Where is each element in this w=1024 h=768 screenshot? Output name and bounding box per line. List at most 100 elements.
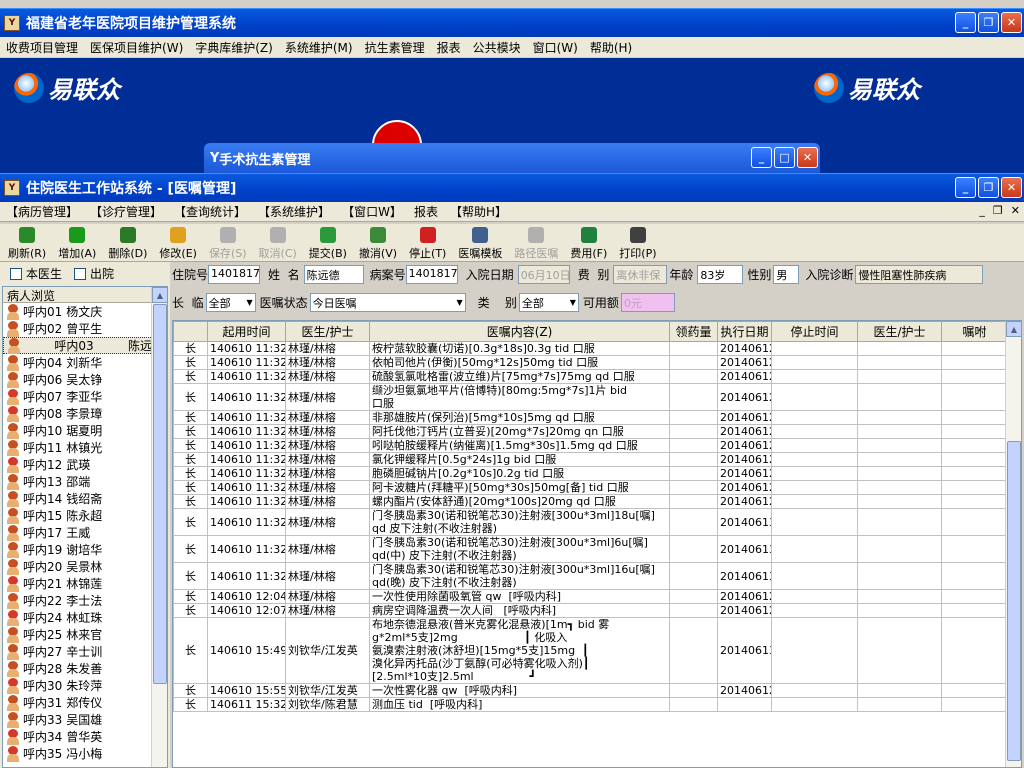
restore-button[interactable]: ❐	[978, 12, 999, 33]
menu-item-3[interactable]: 系统维护(M)	[279, 39, 359, 56]
patient-list-item[interactable]: 呼内27 辛士训	[3, 643, 167, 660]
menu-item-8[interactable]: 帮助(H)	[584, 39, 638, 56]
patient-list-item[interactable]: 呼内01 杨文庆	[3, 303, 167, 320]
patient-list-item[interactable]: 呼内34 曾华英	[3, 728, 167, 745]
column-header[interactable]: 医生/护士	[857, 321, 942, 342]
patient-list-item[interactable]: 呼内14 钱绍斋	[3, 490, 167, 507]
toolbar-button-add[interactable]: 增加(A)	[52, 225, 102, 261]
mdi-restore-button[interactable]: ❐	[993, 204, 1003, 217]
order-row[interactable]: 长 140610 11:32 林瑾/林榕 硫酸氢氯吡格雷(波立维)片[75mg*7s]…	[173, 369, 1008, 384]
inpatient-no-field[interactable]: 1401817	[208, 265, 261, 284]
order-row[interactable]: 长 140610 11:32 林瑾/林榕 吲哒帕胺缓释片(纳催离)[1.5mg*30s…	[173, 438, 1008, 453]
menu-item-2[interactable]: 字典库维护(Z)	[189, 39, 279, 56]
menu-item-5[interactable]: 报表	[431, 39, 467, 56]
scroll-up-icon[interactable]: ▲	[152, 287, 167, 303]
toolbar-button-fee[interactable]: 费用(F)	[564, 225, 613, 261]
patient-list-scrollbar[interactable]: ▲	[151, 287, 167, 767]
order-row[interactable]: 长 140610 11:32 林瑾/林榕 门冬胰岛素30(诺和锐笔芯30)注射液[30…	[173, 562, 1008, 590]
patient-list-item[interactable]: 呼内17 王威	[3, 524, 167, 541]
order-row[interactable]: 长 140610 15:49 刘钦华/江发英 布地奈德混悬液(普米克雾化混悬液)[1m…	[173, 617, 1008, 684]
mdi-close-button[interactable]: ✕	[1011, 204, 1020, 217]
toolbar-button-delete[interactable]: 删除(D)	[102, 225, 153, 261]
menu-item-7[interactable]: 窗口(W)	[527, 39, 584, 56]
column-header[interactable]: 嘱咐	[941, 321, 1008, 342]
mdi-minimize-button[interactable]: _	[979, 204, 985, 217]
menu-item-6[interactable]: 公共模块	[467, 39, 527, 56]
scroll-up-icon[interactable]: ▲	[1006, 321, 1021, 337]
patient-list-item[interactable]: 呼内19 谢培华	[3, 541, 167, 558]
name-field[interactable]: 陈远德	[303, 265, 364, 284]
order-row[interactable]: 长 140611 15:32 刘钦华/陈君慧 测血压 tid [呼吸内科]	[173, 697, 1008, 712]
toolbar-button-submit[interactable]: 提交(B)	[303, 225, 353, 261]
order-status-select[interactable]: 今日医嘱 ▼	[309, 293, 466, 312]
order-row[interactable]: 长 140610 11:32 林瑾/林榕 门冬胰岛素30(诺和锐笔芯30)注射液[30…	[173, 535, 1008, 563]
patient-list-item[interactable]: 呼内35 冯小梅	[3, 745, 167, 762]
close-button[interactable]: ✕	[797, 147, 818, 168]
ws-menu-item-4[interactable]: 【窗口W】	[336, 203, 408, 220]
scroll-thumb[interactable]	[1007, 441, 1021, 761]
close-button[interactable]: ✕	[1001, 12, 1022, 33]
patient-list-item[interactable]: 呼内24 林虹珠	[3, 609, 167, 626]
order-row[interactable]: 长 140610 11:32 林瑾/林榕 依帕司他片(伊衡)[50mg*12s]50m…	[173, 355, 1008, 370]
patient-list-item[interactable]: 呼内02 曾平生	[3, 320, 167, 337]
patient-list-item[interactable]: 呼内06 吴太铮	[3, 371, 167, 388]
ws-menu-item-2[interactable]: 【查询统计】	[168, 203, 252, 220]
menu-item-4[interactable]: 抗生素管理	[359, 39, 431, 56]
ws-menu-item-1[interactable]: 【诊疗管理】	[84, 203, 168, 220]
ws-menu-item-6[interactable]: 【帮助H】	[444, 203, 513, 220]
patient-list-item[interactable]: 呼内20 吴景林	[3, 558, 167, 575]
toolbar-button-undo[interactable]: 撤消(V)	[353, 225, 403, 261]
minimize-button[interactable]: _	[955, 177, 976, 198]
main-window-titlebar[interactable]: Y 福建省老年医院项目维护管理系统 _ ❐ ✕	[0, 8, 1024, 38]
orders-scrollbar[interactable]: ▲	[1005, 321, 1021, 767]
restore-button[interactable]: ❐	[978, 177, 999, 198]
column-header[interactable]: 执行日期	[717, 321, 772, 342]
patient-list-item[interactable]: 呼内33 吴国雄	[3, 711, 167, 728]
patient-list-item[interactable]: 呼内21 林锦莲	[3, 575, 167, 592]
toolbar-button-stop[interactable]: 停止(T)	[403, 225, 452, 261]
scroll-thumb[interactable]	[153, 304, 167, 684]
order-row[interactable]: 长 140610 11:32 林瑾/林榕 非那雄胺片(保列治)[5mg*10s]5mg…	[173, 410, 1008, 425]
patient-list-item[interactable]: 呼内30 朱玲萍	[3, 677, 167, 694]
patient-list-item[interactable]: 呼内15 陈永超	[3, 507, 167, 524]
patient-list-item[interactable]: 呼内10 琚夏明	[3, 422, 167, 439]
patient-list-item[interactable]: 呼内31 郑传仪	[3, 694, 167, 711]
menu-item-1[interactable]: 医保项目维护(W)	[84, 39, 189, 56]
patient-list-item[interactable]: 呼内03 陈远德	[3, 337, 167, 354]
order-row[interactable]: 长 140610 11:32 林瑾/林榕 阿托伐他汀钙片(立普妥)[20mg*7s]2…	[173, 424, 1008, 439]
patient-list-item[interactable]: 呼内11 林镇光	[3, 439, 167, 456]
patient-list-item[interactable]: 呼内28 朱发善	[3, 660, 167, 677]
age-field[interactable]: 83岁	[697, 265, 744, 284]
patient-list-item[interactable]: 呼内13 邵端	[3, 473, 167, 490]
minimize-button[interactable]: _	[955, 12, 976, 33]
toolbar-button-print[interactable]: 打印(P)	[613, 225, 662, 261]
column-header[interactable]: 起用时间	[207, 321, 286, 342]
order-row[interactable]: 长 140610 12:07 林瑾/林榕 病房空调降温费一次人间 [呼吸内科] 2014…	[173, 603, 1008, 618]
column-header[interactable]: 停止时间	[771, 321, 858, 342]
order-row[interactable]: 长 140610 11:32 林瑾/林榕 阿卡波糖片(拜糖平)[50mg*30s]50…	[173, 480, 1008, 495]
order-row[interactable]: 长 140610 12:04 林瑾/林榕 一次性使用除菌吸氧管 qw [呼吸内科] 20…	[173, 589, 1008, 604]
patient-list-item[interactable]: 呼内12 武瑛	[3, 456, 167, 473]
toolbar-button-template[interactable]: 医嘱模板	[452, 225, 508, 261]
doctor-only-checkbox[interactable]: 本医生	[10, 265, 62, 282]
patient-list[interactable]: 病人浏览 呼内01 杨文庆 呼内02 曾平生 呼内03 陈远德 呼内04 刘新华 呼内06 吴太铮…	[2, 286, 168, 768]
toolbar-button-refresh[interactable]: 刷新(R)	[2, 225, 52, 261]
sex-field[interactable]: 男	[773, 265, 800, 284]
order-row[interactable]: 长 140610 11:32 林瑾/林榕 桉柠蒎软胶囊(切诺)[0.3g*18s]0.…	[173, 341, 1008, 356]
column-header[interactable]: 医生/护士	[285, 321, 370, 342]
toolbar-button-edit[interactable]: 修改(E)	[153, 225, 203, 261]
workstation-titlebar[interactable]: Y 住院医生工作站系统 - [医嘱管理] _ ❐ ✕	[0, 173, 1024, 203]
patient-list-item[interactable]: 呼内04 刘新华	[3, 354, 167, 371]
antibiotic-window-titlebar[interactable]: Y 手术抗生素管理 _ □ ✕	[204, 143, 820, 173]
category-select[interactable]: 全部 ▼	[518, 293, 579, 312]
close-button[interactable]: ✕	[1001, 177, 1022, 198]
discharged-checkbox[interactable]: 出院	[74, 265, 114, 282]
record-no-field[interactable]: 1401817	[405, 265, 458, 284]
longterm-select[interactable]: 全部 ▼	[205, 293, 256, 312]
column-header[interactable]	[173, 321, 208, 342]
order-row[interactable]: 长 140610 11:32 林瑾/林榕 缬沙坦氨氯地平片(倍博特)[80mg:5mg…	[173, 383, 1008, 411]
ws-menu-item-0[interactable]: 【病历管理】	[0, 203, 84, 220]
patient-list-item[interactable]: 呼内08 李景璋	[3, 405, 167, 422]
menu-item-0[interactable]: 收费项目管理	[0, 39, 84, 56]
order-row[interactable]: 长 140610 11:32 林瑾/林榕 氯化钾缓释片[0.5g*24s]1g bid…	[173, 452, 1008, 467]
